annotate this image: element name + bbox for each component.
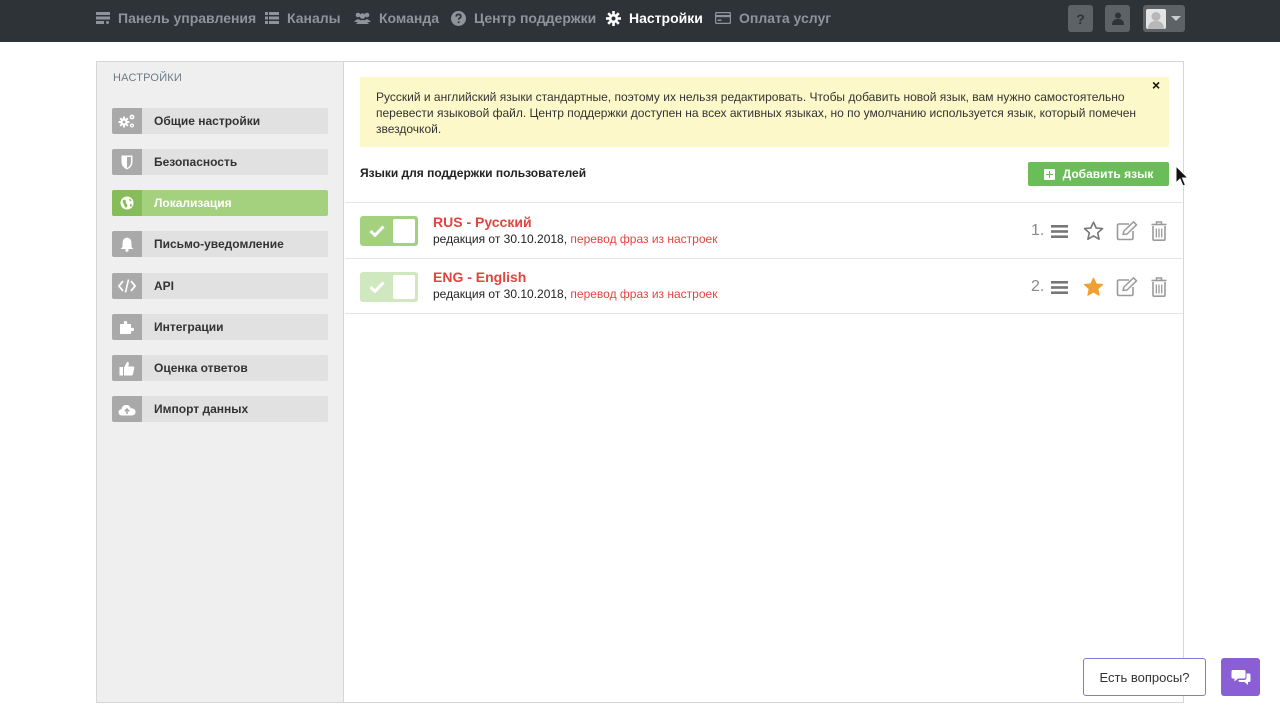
sidebar-item-data-import[interactable]: Импорт данных [112, 396, 328, 422]
sidebar-item-notification-email[interactable]: Письмо-уведомление [112, 231, 328, 257]
nav-item-team[interactable]: Команда [354, 0, 439, 36]
sidebar-item-label: API [154, 279, 175, 293]
puzzle-icon [112, 314, 142, 340]
drag-handle-icon[interactable] [1051, 224, 1068, 239]
user-menu-button[interactable] [1143, 5, 1185, 32]
help-button-label: ? [1076, 10, 1085, 27]
shield-icon [112, 149, 142, 175]
alert-text: Русский и английский языки стандартные, … [376, 90, 1137, 136]
language-meta: редакция от 30.10.2018, перевод фраз из … [433, 287, 717, 301]
list-icon [265, 12, 279, 24]
code-icon [112, 273, 142, 299]
language-meta: редакция от 30.10.2018, перевод фраз из … [433, 232, 717, 246]
help-circle-icon [451, 10, 466, 26]
sidebar-item-api[interactable]: API [112, 273, 328, 299]
revision-date: редакция от 30.10.2018, [433, 287, 568, 301]
sidebar-item-rating[interactable]: Оценка ответов [112, 355, 328, 381]
nav-label-dashboard: Панель управления [118, 10, 257, 26]
nav-label-help-center: Центр поддержки [474, 10, 597, 26]
settings-panel: НАСТРОЙКИ Общие настройки Безопасность Л… [96, 61, 1184, 703]
globe-icon [112, 190, 142, 216]
sidebar-item-label: Локализация [154, 196, 232, 210]
nav-item-billing[interactable]: Оплата услуг [715, 0, 831, 36]
dashboard-icon [96, 12, 110, 24]
nav-item-dashboard[interactable]: Панель управления [96, 0, 256, 36]
check-icon [369, 281, 385, 293]
localization-content: Русский и английский языки стандартные, … [345, 62, 1183, 702]
sidebar-item-label: Импорт данных [154, 402, 249, 416]
phrases-translation-link[interactable]: перевод фраз из настроек [570, 232, 717, 246]
sidebar-item-label: Общие настройки [154, 114, 261, 128]
chat-icon [1231, 669, 1250, 685]
avatar [1146, 8, 1166, 29]
languages-section-title: Языки для поддержки пользователей [360, 166, 587, 180]
order-number: 1. [1031, 222, 1045, 239]
sidebar-item-security[interactable]: Безопасность [112, 149, 328, 175]
drag-handle-icon[interactable] [1051, 280, 1068, 295]
revision-date: редакция от 30.10.2018, [433, 232, 568, 246]
edit-icon[interactable] [1116, 221, 1138, 241]
sidebar-title: НАСТРОЙКИ [113, 72, 183, 84]
toggle-knob [393, 219, 415, 243]
nav-label-team: Команда [379, 10, 439, 26]
nav-label-channels: Каналы [287, 10, 341, 26]
sidebar-item-label: Письмо-уведомление [154, 237, 284, 251]
edit-icon[interactable] [1116, 277, 1138, 297]
thumbs-up-icon [112, 355, 142, 381]
divider [345, 313, 1183, 314]
order-number: 2. [1031, 278, 1045, 295]
language-name[interactable]: RUS - Русский [433, 214, 532, 230]
alert-close-button[interactable]: × [1152, 78, 1160, 92]
top-navigation-bar: Панель управления Каналы Команда Центр п… [0, 0, 1280, 42]
trash-icon[interactable] [1151, 277, 1167, 297]
users-icon [354, 12, 371, 24]
toggle-knob [393, 275, 415, 299]
nav-label-settings: Настройки [629, 10, 703, 26]
help-button[interactable]: ? [1068, 5, 1093, 32]
check-icon [369, 225, 385, 237]
trash-icon[interactable] [1151, 221, 1167, 241]
chat-button[interactable] [1221, 658, 1260, 696]
nav-item-help-center[interactable]: Центр поддержки [451, 0, 596, 36]
credit-card-icon [715, 12, 731, 24]
nav-item-settings[interactable]: Настройки [606, 0, 703, 36]
questions-button[interactable]: Есть вопросы? [1083, 658, 1206, 696]
language-enable-toggle[interactable] [360, 272, 418, 302]
add-language-label: Добавить язык [1062, 167, 1154, 181]
chevron-down-icon [1171, 16, 1181, 21]
avatar-placeholder-icon [1148, 11, 1164, 29]
mouse-cursor-icon [1175, 165, 1189, 187]
language-row-eng: ENG - English редакция от 30.10.2018, пе… [345, 259, 1183, 314]
language-enable-toggle[interactable] [360, 216, 418, 246]
sidebar-item-localization[interactable]: Локализация [112, 190, 328, 216]
account-button[interactable] [1105, 5, 1130, 32]
star-outline-icon[interactable] [1083, 221, 1104, 241]
language-row-rus: RUS - Русский редакция от 30.10.2018, пе… [345, 203, 1183, 258]
settings-sidebar: НАСТРОЙКИ Общие настройки Безопасность Л… [97, 62, 344, 702]
sidebar-item-label: Интеграции [154, 320, 224, 334]
plus-square-icon [1043, 168, 1055, 180]
star-filled-icon[interactable] [1083, 277, 1104, 297]
sidebar-item-integrations[interactable]: Интеграции [112, 314, 328, 340]
sidebar-item-general[interactable]: Общие настройки [112, 108, 328, 134]
gear-icon [606, 10, 621, 26]
nav-label-billing: Оплата услуг [739, 10, 832, 26]
language-name[interactable]: ENG - English [433, 269, 526, 285]
bell-icon [112, 231, 142, 257]
sidebar-item-label: Оценка ответов [154, 361, 248, 375]
nav-item-channels[interactable]: Каналы [265, 0, 341, 36]
cloud-upload-icon [112, 396, 142, 422]
add-language-button[interactable]: Добавить язык [1028, 162, 1169, 186]
info-alert: Русский и английский языки стандартные, … [360, 77, 1169, 147]
questions-label: Есть вопросы? [1099, 669, 1190, 685]
user-icon [1111, 12, 1124, 25]
gears-icon [112, 108, 142, 134]
sidebar-item-label: Безопасность [154, 155, 238, 169]
phrases-translation-link[interactable]: перевод фраз из настроек [570, 287, 717, 301]
